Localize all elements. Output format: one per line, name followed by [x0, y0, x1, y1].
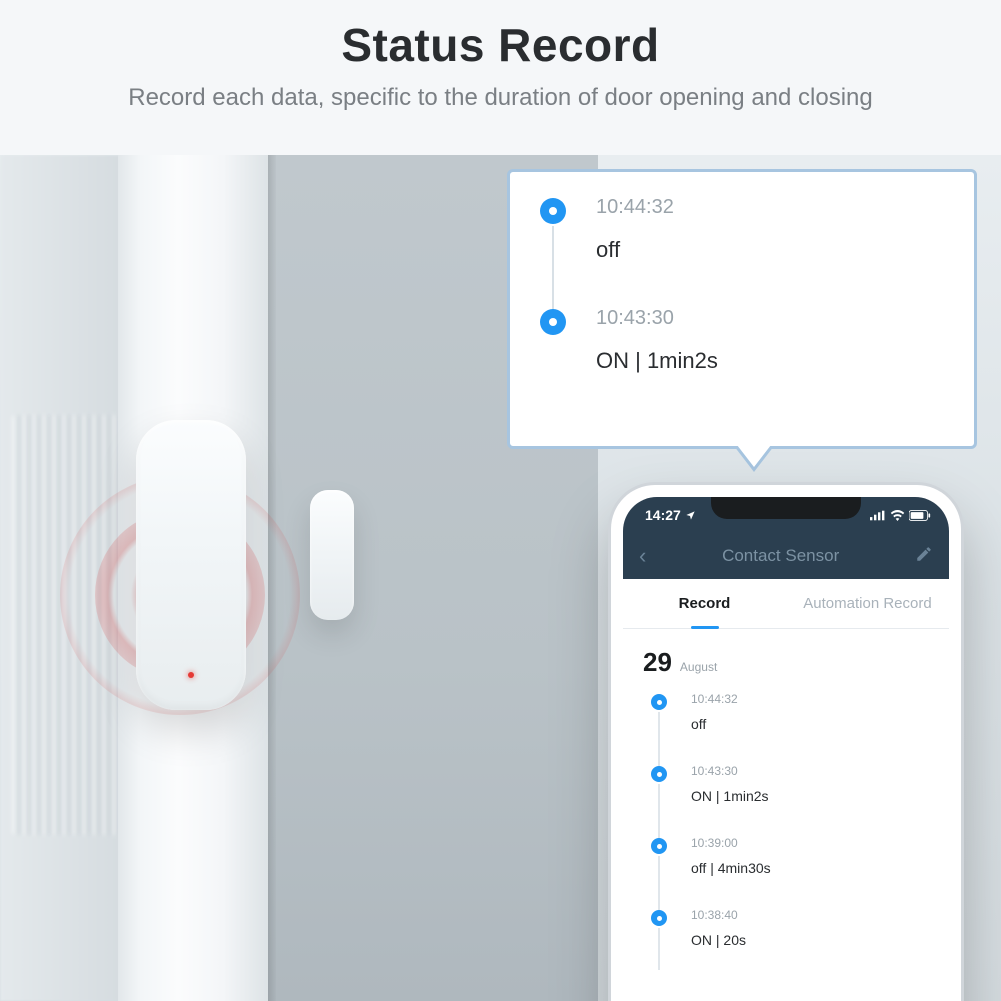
timeline-dot-icon	[651, 694, 667, 710]
record-status: off	[691, 716, 929, 732]
page-title: Status Record	[0, 18, 1001, 72]
tabs: Record Automation Record	[623, 579, 949, 629]
door-edge	[268, 155, 276, 1001]
record-status: ON | 1min2s	[596, 348, 954, 374]
app-title: Contact Sensor	[722, 546, 839, 566]
status-popup: 10:44:32 off 10:43:30 ON | 1min2s	[507, 169, 977, 449]
timeline-dot-icon	[651, 838, 667, 854]
record-time: 10:38:40	[691, 908, 929, 922]
edit-icon[interactable]	[915, 545, 933, 568]
record-status: off | 4min30s	[691, 860, 929, 876]
product-scene: 10:44:32 off 10:43:30 ON | 1min2s 14:27	[0, 155, 1001, 1001]
phone-notch	[711, 497, 861, 519]
app-bar: ‹ Contact Sensor	[623, 533, 949, 579]
sensor-led-icon	[188, 672, 194, 678]
record-time: 10:44:32	[596, 196, 954, 219]
timeline-dot-icon	[540, 309, 566, 335]
timeline-dot-icon	[651, 910, 667, 926]
location-icon	[685, 510, 696, 521]
tab-record[interactable]: Record	[623, 579, 786, 628]
list-item[interactable]: 10:44:32 off	[651, 692, 929, 764]
battery-icon	[909, 510, 931, 521]
list-item[interactable]: 10:38:40 ON | 20s	[651, 908, 929, 980]
signal-icon	[870, 510, 886, 521]
record-status: ON | 20s	[691, 932, 929, 948]
tab-automation-record[interactable]: Automation Record	[786, 579, 949, 628]
wifi-icon	[890, 510, 905, 521]
page-subtitle: Record each data, specific to the durati…	[0, 84, 1001, 112]
background-blinds	[12, 415, 122, 835]
timeline-dot-icon	[651, 766, 667, 782]
back-icon[interactable]: ‹	[639, 543, 646, 569]
header: Status Record Record each data, specific…	[0, 0, 1001, 142]
record-time: 10:43:30	[596, 307, 954, 330]
record-status: off	[596, 237, 954, 263]
record-time: 10:43:30	[691, 764, 929, 778]
timeline-dot-icon	[540, 198, 566, 224]
date-header: 29 August	[623, 629, 949, 684]
popup-record-item: 10:44:32 off	[540, 196, 954, 307]
record-list: 10:44:32 off 10:43:30 ON | 1min2s 10:39:…	[623, 684, 949, 980]
date-month: August	[680, 660, 717, 674]
record-time: 10:44:32	[691, 692, 929, 706]
popup-record-item: 10:43:30 ON | 1min2s	[540, 307, 954, 418]
statusbar-time: 14:27	[645, 507, 681, 523]
record-status: ON | 1min2s	[691, 788, 929, 804]
sensor-magnet-unit	[310, 490, 354, 620]
list-item[interactable]: 10:39:00 off | 4min30s	[651, 836, 929, 908]
date-day: 29	[643, 647, 672, 678]
list-item[interactable]: 10:43:30 ON | 1min2s	[651, 764, 929, 836]
sensor-main-unit	[136, 420, 246, 710]
record-time: 10:39:00	[691, 836, 929, 850]
phone-mockup: 14:27 ‹ Contact Sensor Record Automation	[611, 485, 961, 1001]
